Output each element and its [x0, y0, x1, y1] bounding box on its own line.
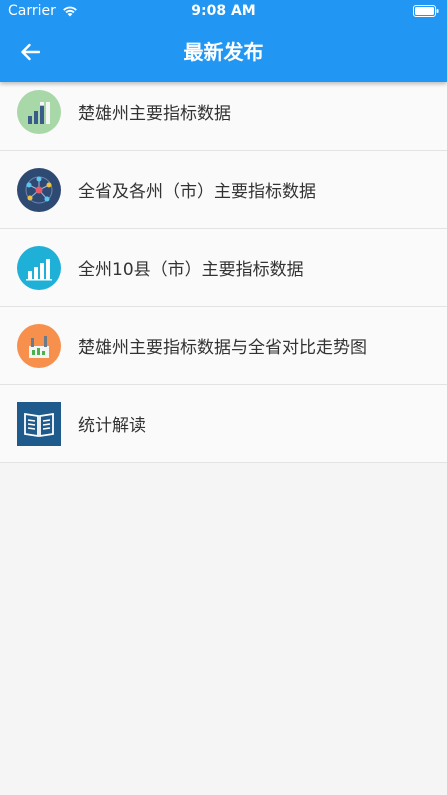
- list-item-province-indicators[interactable]: 全省及各州（市）主要指标数据: [0, 151, 447, 229]
- list-item-label: 全州10县（市）主要指标数据: [78, 260, 304, 280]
- orange-factory-chart-icon: [17, 323, 61, 368]
- app-header: Carrier 9:08 AM 最新发布: [0, 0, 447, 82]
- page-title: 最新发布: [183, 40, 264, 64]
- list-item-label: 楚雄州主要指标数据: [78, 104, 231, 124]
- network-nodes-icon: [17, 167, 61, 212]
- status-time: 9:08 AM: [191, 3, 256, 19]
- list-item-statistics-interpretation[interactable]: 统计解读: [0, 385, 447, 463]
- list-item-chuxiong-indicators[interactable]: 楚雄州主要指标数据: [0, 73, 447, 151]
- list-item-label: 全省及各州（市）主要指标数据: [78, 182, 316, 202]
- publication-list: 楚雄州主要指标数据 全省及各州（市）主要指标数据 全州10县（市）主要指标数据 …: [0, 73, 447, 463]
- blue-bar-chart-icon: [17, 245, 61, 290]
- open-book-icon: [17, 401, 61, 446]
- green-bar-chart-icon: [17, 89, 61, 134]
- list-item-label: 楚雄州主要指标数据与全省对比走势图: [78, 338, 367, 358]
- list-item-county-indicators[interactable]: 全州10县（市）主要指标数据: [0, 229, 447, 307]
- status-bar: Carrier 9:08 AM: [0, 0, 447, 24]
- battery-icon: [413, 5, 439, 17]
- list-item-comparison-trend[interactable]: 楚雄州主要指标数据与全省对比走势图: [0, 307, 447, 385]
- list-item-label: 统计解读: [78, 416, 146, 436]
